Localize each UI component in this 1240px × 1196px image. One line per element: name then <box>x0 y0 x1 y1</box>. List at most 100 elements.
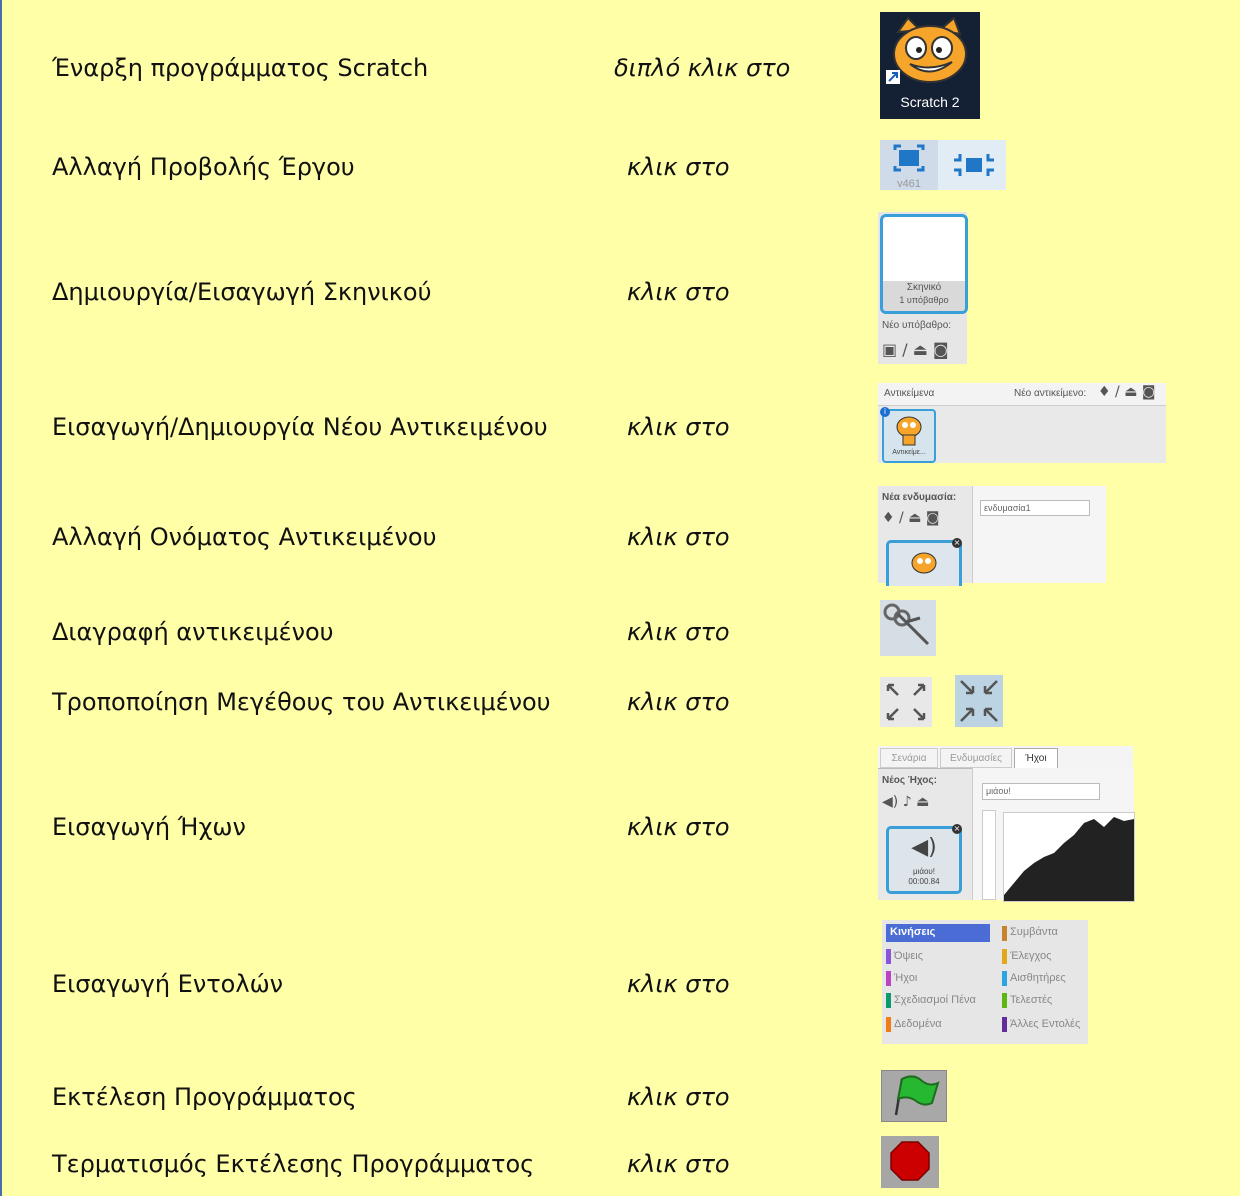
sound-thumbnail[interactable]: ◀) μιάου! 00:00.84 <box>886 826 962 894</box>
paint-icon[interactable]: / <box>902 340 907 359</box>
cat-costume-icon <box>911 552 937 574</box>
speaker-icon: ◀) <box>911 835 937 860</box>
costume-library-icon[interactable]: ♦ <box>882 510 895 526</box>
sounds-panel: Σενάρια Ενδυμασίες Ήχοι Νέος Ήχος: ◀) ♪ … <box>878 746 1135 902</box>
tab-sounds[interactable]: Ήχοι <box>1014 748 1058 769</box>
camera-icon[interactable]: ◙ <box>926 510 940 526</box>
shrink-button[interactable] <box>955 675 1003 727</box>
row-label: Τερματισμός Εκτέλεσης Προγράμματος <box>52 1150 535 1178</box>
scissors-icon <box>883 603 930 646</box>
row-action: κλικ στο <box>627 970 730 998</box>
row-action: κλικ στο <box>627 1083 730 1111</box>
row-action: διπλό κλικ στο <box>614 54 791 82</box>
category-label: Σχεδιασμοί Πένα <box>894 994 976 1006</box>
category-operators[interactable]: Τελεστές <box>1002 992 1088 1010</box>
category-events[interactable]: Συμβάντα <box>1002 924 1088 942</box>
grow-button[interactable] <box>880 677 932 727</box>
new-sprite-label: Νέο αντικείμενο: <box>1014 388 1087 399</box>
full-stage-button[interactable] <box>942 140 1006 190</box>
scratch-app-icon[interactable]: Scratch 2 <box>880 12 980 119</box>
costume-tools: ♦ / ⏏ ◙ <box>882 510 939 526</box>
category-label: Έλεγχος <box>1010 950 1052 962</box>
sound-tools: ◀) ♪ ⏏ <box>882 794 929 810</box>
upload-icon[interactable]: ⏏ <box>913 340 928 359</box>
delete-sound-icon[interactable]: × <box>952 824 962 834</box>
sprites-title: Αντικείμενα <box>884 388 935 399</box>
row-label: Τροποποίηση Μεγέθους του Αντικειμένου <box>52 688 551 716</box>
scratch-icon-caption: Scratch 2 <box>900 94 960 110</box>
category-label: Όψεις <box>894 950 924 962</box>
instructions-table: Έναρξη προγράμματος Scratch διπλό κλικ σ… <box>0 0 1240 1196</box>
tab-costumes[interactable]: Ενδυμασίες <box>940 748 1012 768</box>
microphone-icon[interactable]: ♪ <box>903 794 912 810</box>
paint-icon[interactable]: / <box>899 510 904 526</box>
grow-icon <box>886 683 926 721</box>
stage-panel: Σκηνικό 1 υπόβαθρο Νέο υπόβαθρο: ▣ / ⏏ ◙ <box>878 212 968 364</box>
costume-thumbnail[interactable] <box>886 540 962 586</box>
tab-scripts[interactable]: Σενάρια <box>880 748 938 768</box>
category-pen[interactable]: Σχεδιασμοί Πένα <box>886 992 1002 1010</box>
camera-icon[interactable]: ◙ <box>933 340 949 359</box>
backdrop-tools: ▣ / ⏏ ◙ <box>882 340 948 359</box>
row-action: κλικ στο <box>627 278 730 306</box>
sprite-name: Αντικείμε... <box>892 449 926 456</box>
sprites-panel: Αντικείμενα Νέο αντικείμενο: ♦ / ⏏ ◙ i Α… <box>878 383 1166 463</box>
row-label: Εισαγωγή/Δημιουργία Νέου Αντικειμένου <box>52 413 548 441</box>
upload-icon[interactable]: ⏏ <box>916 794 929 810</box>
camera-icon[interactable]: ◙ <box>1142 384 1156 400</box>
stop-button[interactable] <box>881 1136 939 1188</box>
sound-name-field[interactable]: μιάου! <box>982 783 1100 800</box>
green-flag-button[interactable] <box>881 1070 947 1122</box>
scratch-cat-icon <box>886 16 967 84</box>
row-action: κλικ στο <box>627 153 730 181</box>
view-caption: v461 <box>897 178 921 190</box>
row-action: κλικ στο <box>627 688 730 716</box>
stage-name: Σκηνικό <box>906 282 942 293</box>
stage-thumbnail[interactable]: Σκηνικό 1 υπόβαθρο <box>880 214 968 314</box>
waveform-graphic <box>1004 817 1134 901</box>
upload-icon[interactable]: ⏏ <box>908 510 921 526</box>
row-label: Εισαγωγή Εντολών <box>52 970 284 998</box>
view-mode-buttons: v461 <box>880 140 1006 190</box>
paint-icon[interactable]: / <box>1115 384 1120 400</box>
sound-library-icon[interactable]: ◀) <box>882 794 898 810</box>
category-sensing[interactable]: Αισθητήρες <box>1002 970 1088 988</box>
delete-sprite-button[interactable] <box>880 600 936 656</box>
sound-waveform[interactable] <box>1003 812 1135 902</box>
upload-icon[interactable]: ⏏ <box>1124 384 1137 400</box>
sprite-thumbnail[interactable]: i Αντικείμε... <box>880 407 936 463</box>
row-action: κλικ στο <box>627 813 730 841</box>
category-label: Αισθητήρες <box>1010 972 1066 984</box>
new-costume-label: Νέα ενδυμασία: <box>882 492 957 503</box>
category-label: Άλλες Εντολές <box>1010 1018 1081 1030</box>
row-action: κλικ στο <box>627 618 730 646</box>
row-label: Δημιουργία/Εισαγωγή Σκηνικού <box>52 278 432 306</box>
delete-costume-icon[interactable]: × <box>952 538 962 548</box>
row-label: Εκτέλεση Προγράμματος <box>52 1083 357 1111</box>
sound-duration: 00:00.84 <box>908 877 940 886</box>
row-action: κλικ στο <box>627 523 730 551</box>
picture-icon[interactable]: ▣ <box>882 340 897 359</box>
sprite-library-icon[interactable]: ♦ <box>1098 384 1111 400</box>
stop-sign-icon <box>890 1141 930 1181</box>
category-label: Τελεστές <box>1010 994 1053 1006</box>
new-sprite-tools: ♦ / ⏏ ◙ <box>1098 384 1155 400</box>
costumes-panel: Νέα ενδυμασία: ♦ / ⏏ ◙ ενδυμασία1 × <box>878 486 1106 586</box>
category-looks[interactable]: Όψεις <box>886 948 990 966</box>
category-data[interactable]: Δεδομένα <box>886 1016 990 1034</box>
row-label: Εισαγωγή Ήχων <box>52 813 246 841</box>
category-label: Κινήσεις <box>890 926 936 938</box>
category-control[interactable]: Έλεγχος <box>1002 948 1088 966</box>
new-sound-label: Νέος Ήχος: <box>882 775 937 786</box>
category-motion[interactable]: Κινήσεις <box>886 924 990 942</box>
category-more-blocks[interactable]: Άλλες Εντολές <box>1002 1016 1088 1034</box>
costume-name-field[interactable]: ενδυμασία1 <box>980 500 1090 516</box>
volume-scroll[interactable] <box>982 810 996 900</box>
row-label: Αλλαγή Ονόματος Αντικειμένου <box>52 523 437 551</box>
category-sound[interactable]: Ήχοι <box>886 970 990 988</box>
block-categories-palette: Κινήσεις Συμβάντα Όψεις Έλεγχος Ήχοι Αισ… <box>882 920 1088 1044</box>
row-label: Διαγραφή αντικειμένου <box>52 618 334 646</box>
row-action: κλικ στο <box>627 1150 730 1178</box>
small-stage-button[interactable]: v461 <box>880 140 938 190</box>
stage-backdrop-count: 1 υπόβαθρο <box>899 295 949 305</box>
